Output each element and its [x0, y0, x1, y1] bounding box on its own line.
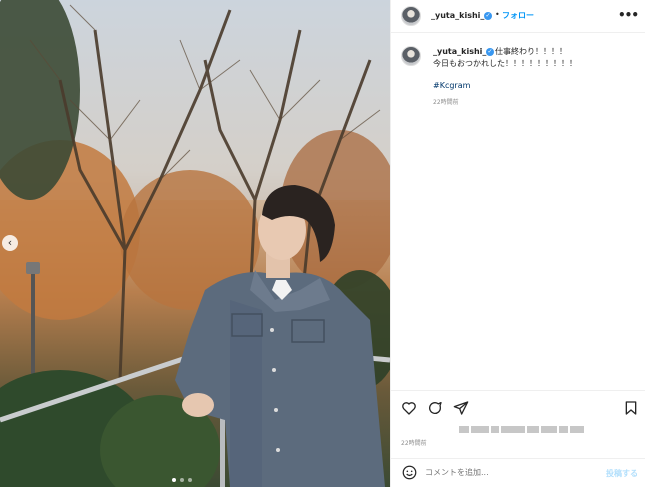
caption-text-line2: 今日もおつかれした！！！！！！！！！ — [433, 59, 577, 68]
carousel-prev-button[interactable]: ‹ — [2, 235, 18, 251]
post-timestamp: 22時間前 — [401, 440, 427, 447]
post-panel: _yuta_kishi_ ✓ • フォロー ••• _yuta_kishi_ ✓… — [390, 0, 645, 487]
avatar[interactable] — [401, 46, 421, 66]
follow-button[interactable]: フォロー — [502, 10, 534, 21]
separator-dot: • — [495, 10, 500, 19]
more-options-icon[interactable]: ••• — [618, 8, 639, 22]
comment-bar: 投稿する — [391, 458, 645, 487]
avatar[interactable] — [401, 6, 421, 26]
carousel-dot — [172, 478, 176, 482]
caption-username-link[interactable]: _yuta_kishi_ — [433, 47, 486, 56]
hashtag-link[interactable]: #Kcgram — [433, 81, 470, 90]
verified-icon: ✓ — [486, 48, 494, 56]
post-header: _yuta_kishi_ ✓ • フォロー ••• — [391, 0, 645, 33]
action-bar — [391, 390, 645, 424]
bookmark-icon[interactable] — [623, 400, 639, 416]
post-comment-button[interactable]: 投稿する — [606, 468, 638, 479]
carousel-dot — [188, 478, 192, 482]
post-photo[interactable]: ‹ — [0, 0, 390, 487]
carousel-dot — [180, 478, 184, 482]
smile-icon[interactable] — [402, 465, 417, 480]
comment-input[interactable] — [425, 468, 585, 477]
username-link[interactable]: _yuta_kishi_ — [431, 11, 484, 20]
carousel-dots — [172, 478, 192, 482]
caption-timestamp: 22時間前 — [433, 99, 459, 106]
verified-icon: ✓ — [484, 12, 492, 20]
caption-text: 仕事終わり！！！！ — [495, 47, 567, 56]
photo-illustration — [0, 0, 390, 487]
heart-icon[interactable] — [401, 400, 417, 416]
comment-icon[interactable] — [427, 400, 443, 416]
likes-redacted — [459, 426, 584, 433]
share-icon[interactable] — [453, 400, 469, 416]
